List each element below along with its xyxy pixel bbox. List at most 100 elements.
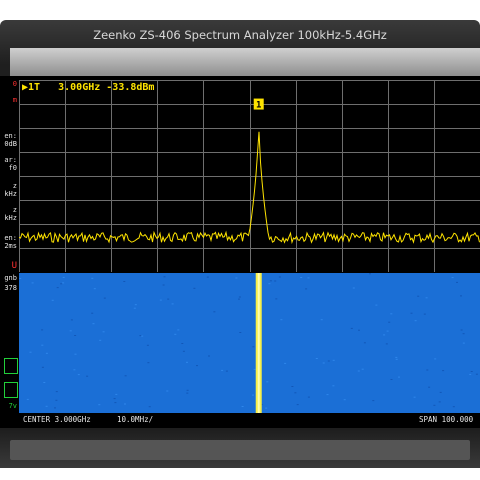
- waterfall-noise: [252, 346, 255, 348]
- waterfall-noise: [439, 391, 442, 393]
- waterfall-noise: [133, 307, 136, 309]
- waterfall-noise: [385, 343, 388, 345]
- spectrum-plot[interactable]: 1: [19, 80, 480, 272]
- waterfall-noise: [456, 281, 458, 283]
- waterfall-noise: [460, 329, 463, 331]
- waterfall-noise: [305, 288, 308, 290]
- waterfall-noise: [186, 392, 189, 394]
- waterfall-noise: [343, 399, 346, 401]
- waterfall-signal-core: [257, 273, 260, 413]
- waterfall-noise: [452, 406, 455, 408]
- sidebar-sweep-time[interactable]: en: 2ms: [0, 234, 17, 250]
- waterfall-noise: [41, 329, 44, 331]
- waterfall-noise: [146, 344, 149, 346]
- spectrum-trace: [19, 131, 480, 245]
- sidebar-ref-level[interactable]: 0: [0, 80, 17, 88]
- waterfall-noise: [266, 381, 269, 383]
- waterfall-noise: [410, 312, 413, 314]
- waterfall-noise: [462, 342, 465, 344]
- sidebar-gain[interactable]: en: 0dB: [0, 132, 17, 148]
- waterfall-noise: [114, 402, 117, 404]
- waterfall-noise: [124, 403, 126, 405]
- waterfall-noise: [235, 277, 238, 279]
- waterfall-noise: [350, 327, 353, 329]
- waterfall-noise: [55, 391, 58, 393]
- span-value[interactable]: SPAN 100.000: [419, 413, 473, 426]
- waterfall-noise: [433, 404, 436, 406]
- waterfall-noise: [326, 394, 329, 396]
- waterfall-noise: [460, 295, 462, 297]
- waterfall-noise: [225, 370, 228, 372]
- spectrum-svg: 1: [19, 80, 480, 272]
- sidebar-rbw[interactable]: z kHz: [0, 182, 17, 198]
- waterfall-noise: [148, 406, 151, 408]
- waterfall-noise: [62, 276, 65, 278]
- waterfall-display[interactable]: [19, 273, 480, 413]
- waterfall-noise: [74, 335, 77, 336]
- waterfall-noise: [102, 331, 105, 333]
- waterfall-noise: [51, 299, 54, 301]
- waterfall-noise: [315, 358, 318, 359]
- frequency-per-division[interactable]: 10.0MHz/: [117, 413, 153, 426]
- waterfall-noise: [414, 320, 417, 322]
- waterfall-noise: [213, 311, 216, 313]
- waterfall-noise: [74, 353, 77, 355]
- waterfall-noise: [177, 329, 180, 331]
- waterfall-noise: [428, 386, 431, 388]
- waterfall-noise: [124, 375, 127, 377]
- waterfall-noise: [91, 312, 94, 314]
- screen-bezel: [10, 48, 480, 78]
- waterfall-noise: [147, 362, 150, 364]
- waterfall-noise: [475, 373, 478, 375]
- waterfall-noise: [98, 404, 101, 406]
- device-title: Zeenko ZS-406 Spectrum Analyzer 100kHz-5…: [93, 28, 387, 42]
- waterfall-noise: [134, 304, 137, 306]
- waterfall-noise: [462, 333, 465, 335]
- waterfall-noise: [55, 399, 58, 401]
- waterfall-noise: [296, 404, 299, 406]
- sidebar-trace-mode[interactable]: U: [0, 262, 17, 271]
- waterfall-noise: [193, 287, 196, 289]
- waterfall-noise: [375, 304, 378, 306]
- waterfall-noise: [163, 276, 166, 278]
- waterfall-noise: [99, 339, 102, 341]
- waterfall-noise: [186, 361, 188, 363]
- sidebar-count: 378: [4, 284, 17, 292]
- waterfall-noise: [45, 405, 48, 407]
- waterfall-noise: [91, 277, 94, 279]
- marker-1: 1: [253, 98, 264, 111]
- waterfall-noise: [395, 358, 398, 360]
- waterfall-noise: [221, 369, 224, 371]
- waterfall-noise: [208, 355, 210, 357]
- status-bar: CENTER 3.000GHz 10.0MHz/ SPAN 100.000: [19, 413, 480, 426]
- waterfall-noise: [269, 280, 272, 282]
- waterfall-noise: [166, 390, 169, 392]
- waterfall-noise: [398, 376, 400, 378]
- waterfall-noise: [358, 329, 360, 331]
- waterfall-noise: [238, 298, 240, 300]
- center-frequency[interactable]: CENTER 3.000GHz: [23, 413, 91, 426]
- waterfall-noise: [372, 400, 375, 402]
- waterfall-noise: [284, 362, 287, 364]
- waterfall-noise: [162, 284, 165, 286]
- waterfall-noise: [186, 389, 189, 391]
- waterfall-noise: [390, 379, 393, 380]
- sidebar-signal: gnb: [4, 274, 17, 282]
- waterfall-noise: [386, 330, 389, 332]
- waterfall-noise: [115, 393, 118, 395]
- waterfall-noise: [253, 368, 256, 370]
- waterfall-noise: [469, 373, 472, 375]
- sidebar-vbw[interactable]: z kHz: [0, 206, 17, 222]
- waterfall-noise: [363, 342, 366, 344]
- waterfall-noise: [423, 313, 426, 315]
- battery-indicator: [4, 358, 18, 374]
- waterfall-noise: [141, 335, 144, 337]
- sidebar-unit[interactable]: m: [0, 96, 17, 104]
- marker-label: 1: [256, 101, 261, 111]
- waterfall-noise: [139, 335, 142, 337]
- waterfall-noise: [159, 299, 162, 301]
- sidebar-attenuator[interactable]: ar: f0: [0, 156, 17, 172]
- waterfall-noise: [60, 283, 63, 285]
- waterfall-noise: [395, 356, 398, 358]
- waterfall-noise: [332, 359, 335, 361]
